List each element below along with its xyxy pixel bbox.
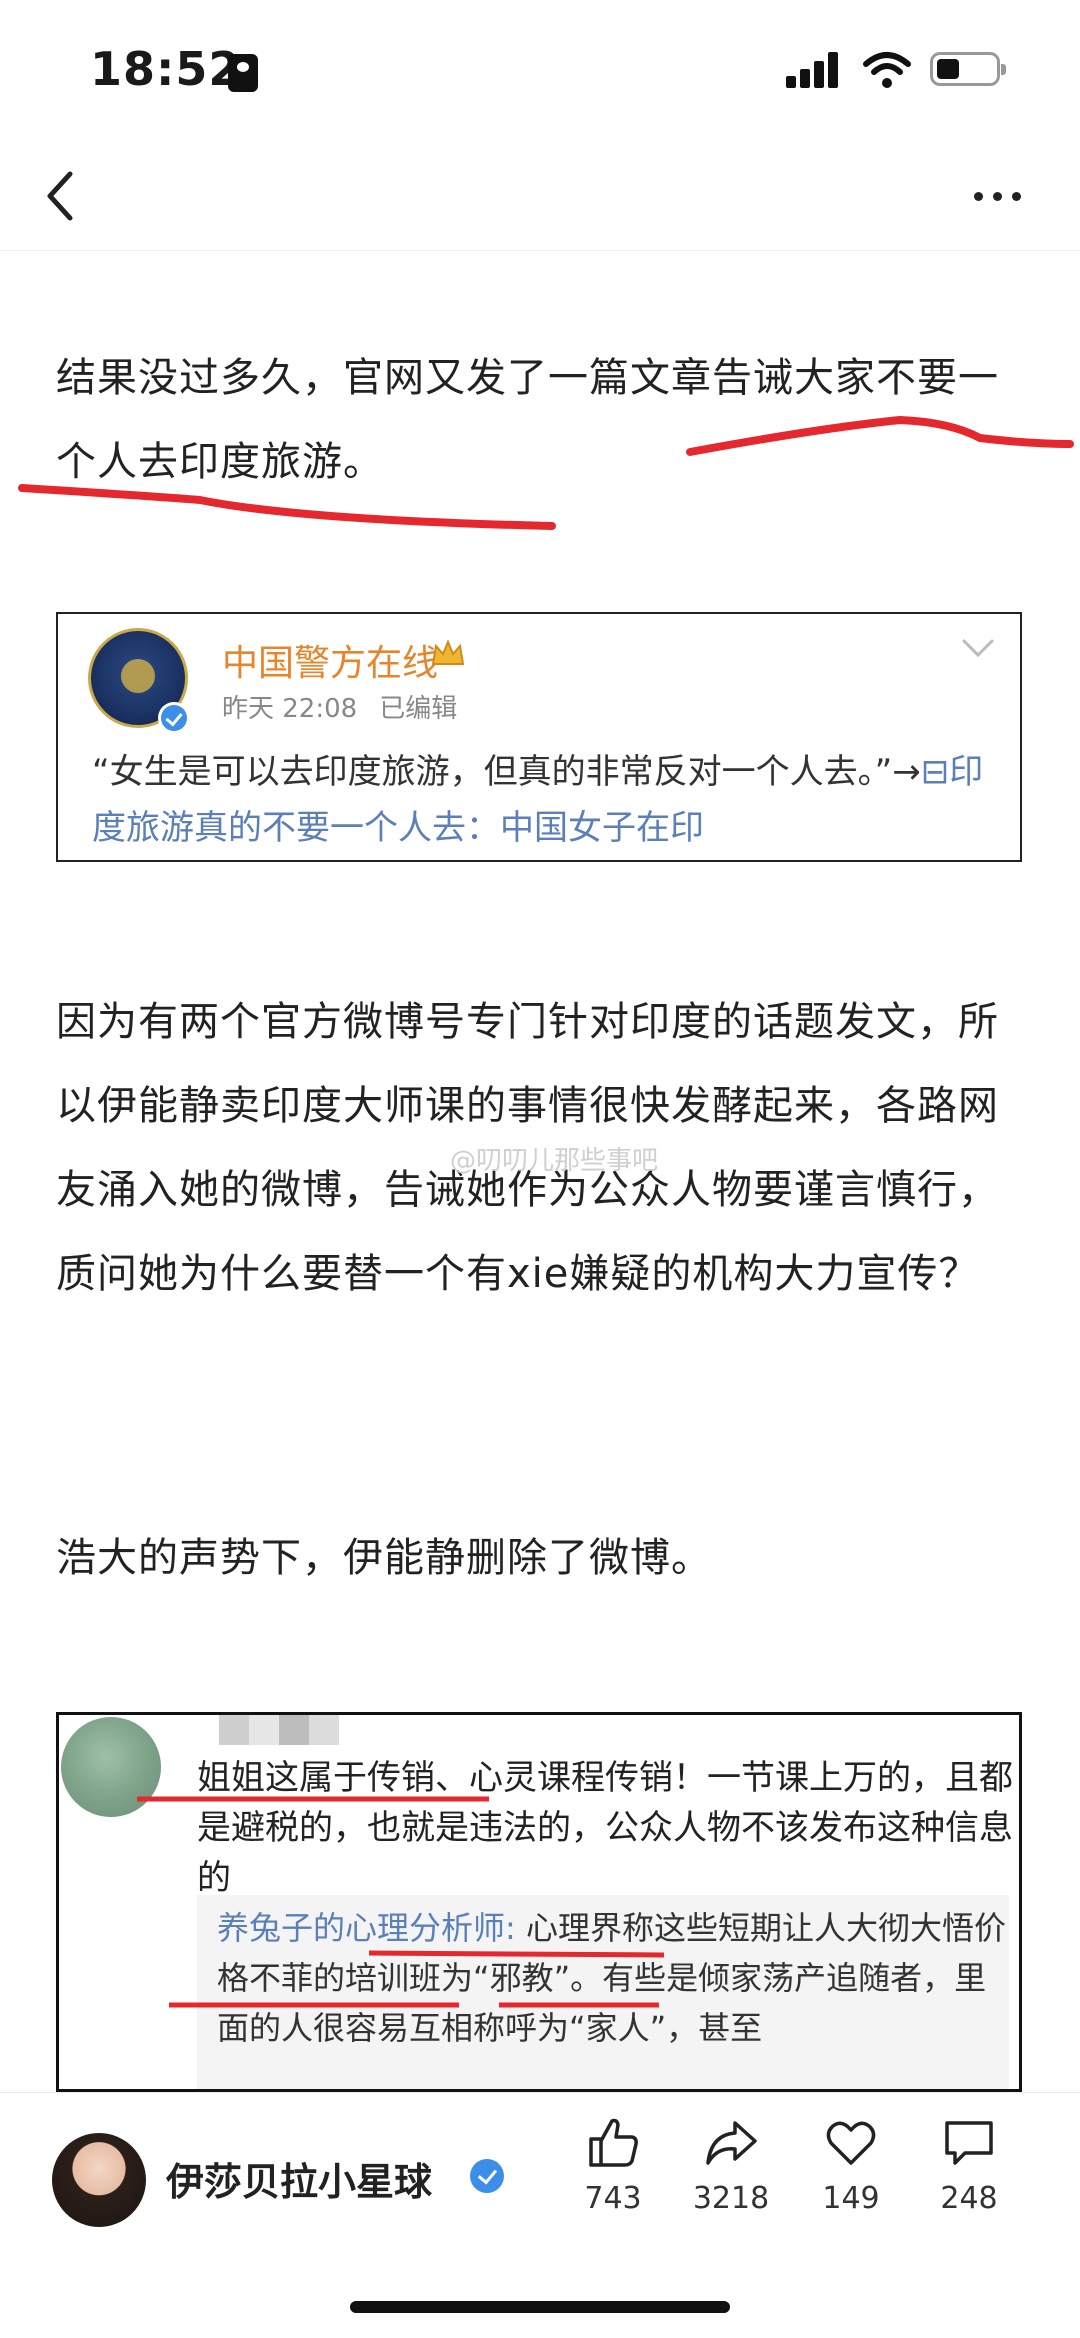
author-name[interactable]: 伊莎贝拉小星球 [166,2151,432,2206]
thumbs-up-icon [589,2118,638,2167]
embedded-comment-screenshot[interactable]: 姐姐这属于传销、心灵课程传销！一节课上万的，且都是避税的，也就是违法的，公众人物… [56,1712,1022,2092]
more-options-icon[interactable] [968,176,1028,216]
embedded-weibo-post[interactable]: 中国警方在线 昨天 22:08 已编辑 “女生是可以去印度旅游，但真的非常反对一个… [56,612,1022,862]
chevron-down-icon[interactable] [960,636,996,660]
verified-badge-icon [158,702,190,734]
like-button[interactable]: 743 [558,2115,668,2255]
comment-count: 248 [940,2181,998,2216]
post-text: “女生是可以去印度旅游，但真的非常反对一个人去。”→⊟印度旅游真的不要一个人去：… [92,744,992,856]
favorite-count: 149 [822,2181,880,2216]
wifi-icon [863,52,911,88]
comment-button[interactable]: 248 [914,2115,1024,2255]
favorite-button[interactable]: 149 [796,2115,906,2255]
status-bar: 18:52 [0,0,1080,140]
post-link-icon: ⊟ [920,752,950,792]
verified-badge-icon [470,2159,504,2193]
red-underline-annotation [18,415,1074,530]
nav-bar [0,140,1080,251]
like-count: 743 [584,2181,642,2216]
back-icon[interactable] [40,168,90,224]
cellular-signal-icon [786,52,844,88]
post-edited-label: 已编辑 [379,694,458,724]
repost-button[interactable]: 3218 [676,2115,786,2255]
post-account-name: 中国警方在线 [222,643,439,684]
post-meta: 昨天 22:08 已编辑 [222,688,457,725]
comment-bubble-icon [945,2121,993,2165]
id-card-icon [228,54,258,92]
red-underline-annotation [137,1796,665,2008]
author-avatar[interactable] [52,2133,146,2227]
bottom-action-bar: 伊莎贝拉小星球 743 3218 149 248 [0,2092,1080,2338]
crown-icon [431,639,465,665]
article-paragraph-3: 浩大的声势下，伊能静删除了微博。 [56,1535,712,1581]
battery-icon [930,52,1006,86]
home-indicator [350,2301,730,2313]
share-arrow-icon [706,2121,757,2165]
watermark: @叨叨儿那些事吧 [450,1146,659,1176]
heart-icon [826,2121,876,2165]
post-quote: “女生是可以去印度旅游，但真的非常反对一个人去。”→ [92,752,921,792]
repost-count: 3218 [692,2181,770,2216]
status-time: 18:52 [90,42,242,96]
post-time: 昨天 22:08 [222,694,358,724]
